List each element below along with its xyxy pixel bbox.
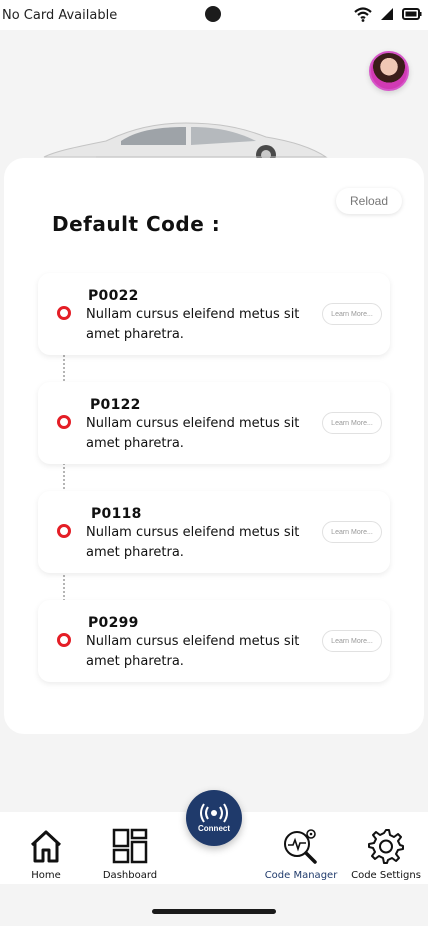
learn-more-button[interactable]: Learn More...	[322, 412, 382, 434]
status-text: No Card Available	[2, 8, 118, 23]
connect-icon	[200, 803, 228, 823]
nav-label-home: Home	[31, 870, 61, 881]
settings-icon	[367, 826, 405, 866]
nav-code-settings[interactable]: Code Settigns	[351, 812, 421, 881]
battery-icon	[402, 8, 422, 20]
timeline-dot	[57, 524, 71, 538]
signal-icon	[381, 8, 393, 20]
nav-dashboard[interactable]: Dashboard	[98, 812, 162, 881]
timeline-line	[63, 320, 65, 640]
wifi-icon	[354, 7, 372, 22]
code-label: P0118	[91, 506, 142, 522]
nav-label-dashboard: Dashboard	[102, 870, 158, 881]
timeline-dot	[57, 306, 71, 320]
status-bar: No Card Available	[0, 0, 428, 30]
timeline-dot	[57, 633, 71, 647]
code-label: P0299	[88, 615, 139, 631]
nav-code-manager[interactable]: Code Manager	[264, 812, 338, 881]
code-description: Nullam cursus eleifend metus sit amet ph…	[86, 307, 300, 342]
camera-cutout	[205, 6, 221, 22]
home-indicator	[152, 909, 276, 914]
code-label: P0122	[90, 397, 141, 413]
code-description: Nullam cursus eleifend metus sit amet ph…	[86, 634, 300, 669]
status-icons	[354, 6, 422, 22]
code-description: Nullam cursus eleifend metus sit amet ph…	[86, 525, 300, 560]
page-title: Default Code :	[52, 212, 221, 236]
code-description: Nullam cursus eleifend metus sit amet ph…	[86, 416, 300, 451]
learn-more-button[interactable]: Learn More...	[322, 303, 382, 325]
home-icon	[28, 826, 64, 866]
timeline-dot	[57, 415, 71, 429]
nav-label-code-settings: Code Settigns	[351, 870, 421, 881]
learn-more-button[interactable]: Learn More...	[322, 521, 382, 543]
reload-button[interactable]: Reload	[336, 188, 402, 214]
connect-label: Connect	[198, 824, 230, 833]
code-manager-icon	[281, 826, 321, 866]
profile-avatar[interactable]	[369, 51, 409, 91]
code-label: P0022	[88, 288, 139, 304]
learn-more-button[interactable]: Learn More...	[322, 630, 382, 652]
dashboard-icon	[112, 826, 148, 866]
nav-home[interactable]: Home	[22, 812, 70, 881]
nav-label-code-manager: Code Manager	[264, 870, 338, 881]
connect-button[interactable]: Connect	[186, 790, 242, 846]
